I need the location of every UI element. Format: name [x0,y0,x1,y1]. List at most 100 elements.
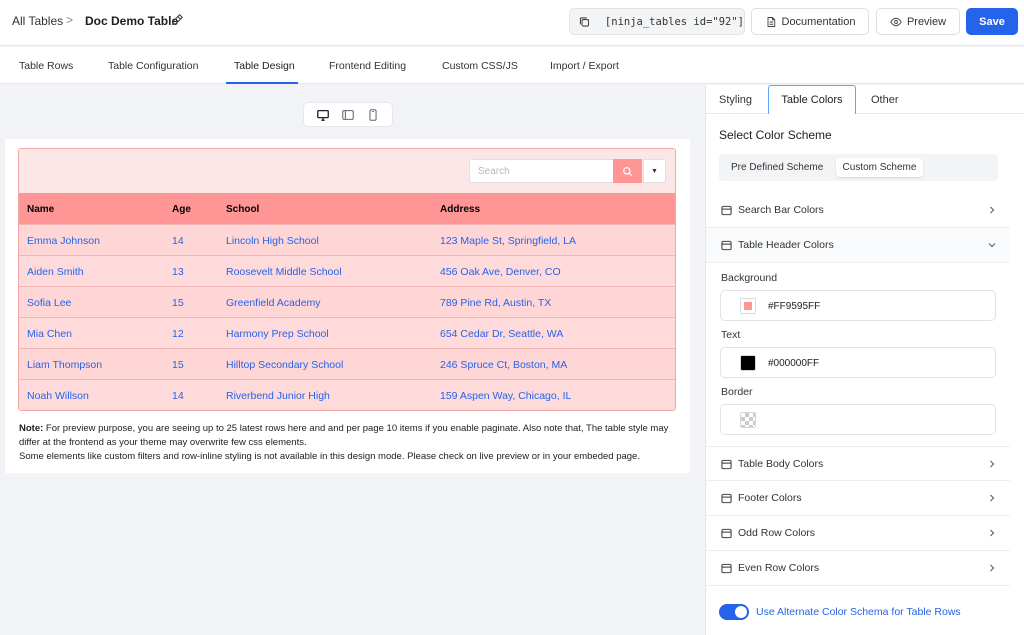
cell-school: Hilltop Secondary School [226,359,344,371]
chevron-right-icon [990,460,995,468]
search-icon [623,166,633,176]
documentation-button[interactable]: Documentation [751,8,869,35]
table-nav: Table Rows Table Configuration Table Des… [0,47,1024,84]
background-color-field[interactable]: #FF9595FF [720,290,996,321]
alternate-color-label[interactable]: Use Alternate Color Schema for Table Row… [756,606,961,618]
panel-icon [721,459,732,470]
accordion-table-body-colors[interactable]: Table Body Colors [706,446,1010,481]
background-color-value: #FF9595FF [768,301,821,312]
table-preview-card: Search ▼ Name Age School Address Emma Jo… [5,139,690,473]
cell-name: Mia Chen [27,328,72,340]
accordion-even-row-colors[interactable]: Even Row Colors [706,551,1010,586]
tab-table-design[interactable]: Table Design [234,60,295,72]
column-header-school[interactable]: School [226,204,259,215]
color-scheme-title: Select Color Scheme [719,128,832,142]
border-color-field[interactable] [720,404,996,435]
text-label: Text [721,329,741,341]
note-line-2: Some elements like custom filters and ro… [19,451,640,462]
note-label: Note: [19,423,44,434]
accordion-footer-colors[interactable]: Footer Colors [706,481,1010,516]
top-bar: All Tables > Doc Demo Table [ninja_table… [0,0,1024,46]
accordion-label: Search Bar Colors [738,204,824,216]
cell-age: 15 [172,359,184,371]
accordion-label: Footer Colors [738,492,802,504]
custom-scheme-option[interactable]: Custom Scheme [836,158,923,177]
chevron-down-icon[interactable]: ▼ [643,159,666,183]
cell-age: 12 [172,328,184,340]
breadcrumb-all-tables[interactable]: All Tables [12,14,63,28]
cell-age: 14 [172,390,184,402]
documentation-label: Documentation [781,15,856,28]
accordion-label: Table Body Colors [738,458,824,470]
cell-name: Sofia Lee [27,297,72,309]
tab-table-colors[interactable]: Table Colors [768,85,856,114]
cell-school: Riverbend Junior High [226,390,330,402]
column-header-address[interactable]: Address [440,204,480,215]
cell-name: Emma Johnson [27,235,100,247]
search-button[interactable] [613,159,642,183]
panel-icon [721,493,732,504]
cell-age: 14 [172,235,184,247]
shortcode-box[interactable]: [ninja_tables id="92"] [569,8,745,35]
alternate-color-toggle[interactable] [719,604,749,620]
preview-button[interactable]: Preview [876,8,960,35]
panel-icon [721,563,732,574]
cell-address: 654 Cedar Dr, Seattle, WA [440,328,564,340]
text-color-value: #000000FF [768,358,820,369]
column-header-name[interactable]: Name [27,204,54,215]
cell-address: 159 Aspen Way, Chicago, IL [440,390,572,402]
tab-table-configuration[interactable]: Table Configuration [108,60,198,72]
accordion-search-bar-colors[interactable]: Search Bar Colors [706,193,1010,228]
tab-other[interactable]: Other [871,94,899,106]
cell-age: 13 [172,266,184,278]
cell-school: Lincoln High School [226,235,319,247]
predefined-scheme-option[interactable]: Pre Defined Scheme [731,162,823,173]
cell-address: 246 Spruce Ct, Boston, MA [440,359,568,371]
search-bar: Search ▼ [19,149,675,193]
page-title: Doc Demo Table [85,14,179,28]
tab-table-rows[interactable]: Table Rows [19,60,73,72]
border-label: Border [721,386,753,398]
tab-styling[interactable]: Styling [719,94,752,106]
cell-school: Greenfield Academy [226,297,321,309]
copy-icon[interactable] [578,15,591,29]
cell-school: Roosevelt Middle School [226,266,342,278]
table-header-row: Name Age School Address [19,193,675,224]
document-icon [767,16,775,27]
background-label: Background [721,272,778,284]
accordion-table-header-colors[interactable]: Table Header Colors [706,228,1010,263]
mobile-icon[interactable] [366,108,380,122]
pencil-icon[interactable] [170,13,184,27]
preview-note: Note: For preview purpose, you are seein… [19,422,679,464]
panel-icon [721,205,732,216]
table-row: Mia Chen 12 Harmony Prep School 654 Ceda… [19,317,675,348]
desktop-icon[interactable] [316,108,330,122]
background-swatch[interactable] [740,298,756,314]
panel-icon [721,528,732,539]
text-swatch[interactable] [740,355,756,371]
tab-frontend-editing[interactable]: Frontend Editing [329,60,406,72]
cell-address: 456 Oak Ave, Denver, CO [440,266,561,278]
note-line-1: For preview purpose, you are seeing up t… [19,423,669,448]
table-row: Aiden Smith 13 Roosevelt Middle School 4… [19,255,675,286]
color-scheme-switch: Pre Defined Scheme Custom Scheme [719,154,998,181]
preview-label: Preview [906,15,947,28]
active-tab-indicator [226,82,298,84]
accordion-label: Odd Row Colors [738,527,816,539]
text-color-field[interactable]: #000000FF [720,347,996,378]
table-row: Sofia Lee 15 Greenfield Academy 789 Pine… [19,286,675,317]
accordion-odd-row-colors[interactable]: Odd Row Colors [706,516,1010,551]
cell-name: Noah Willson [27,390,89,402]
border-swatch[interactable] [740,412,756,428]
tab-custom-css-js[interactable]: Custom CSS/JS [442,60,518,72]
chevron-right-icon [990,494,995,502]
panel-tabs: Styling Table Colors Other [706,85,1024,114]
chevron-right-icon [990,206,995,214]
column-header-age[interactable]: Age [172,204,191,215]
search-input[interactable]: Search [469,159,613,183]
tablet-icon[interactable] [341,108,355,122]
save-button[interactable]: Save [966,8,1018,35]
preview-table: Search ▼ Name Age School Address Emma Jo… [18,148,676,411]
cell-age: 15 [172,297,184,309]
tab-import-export[interactable]: Import / Export [550,60,619,72]
